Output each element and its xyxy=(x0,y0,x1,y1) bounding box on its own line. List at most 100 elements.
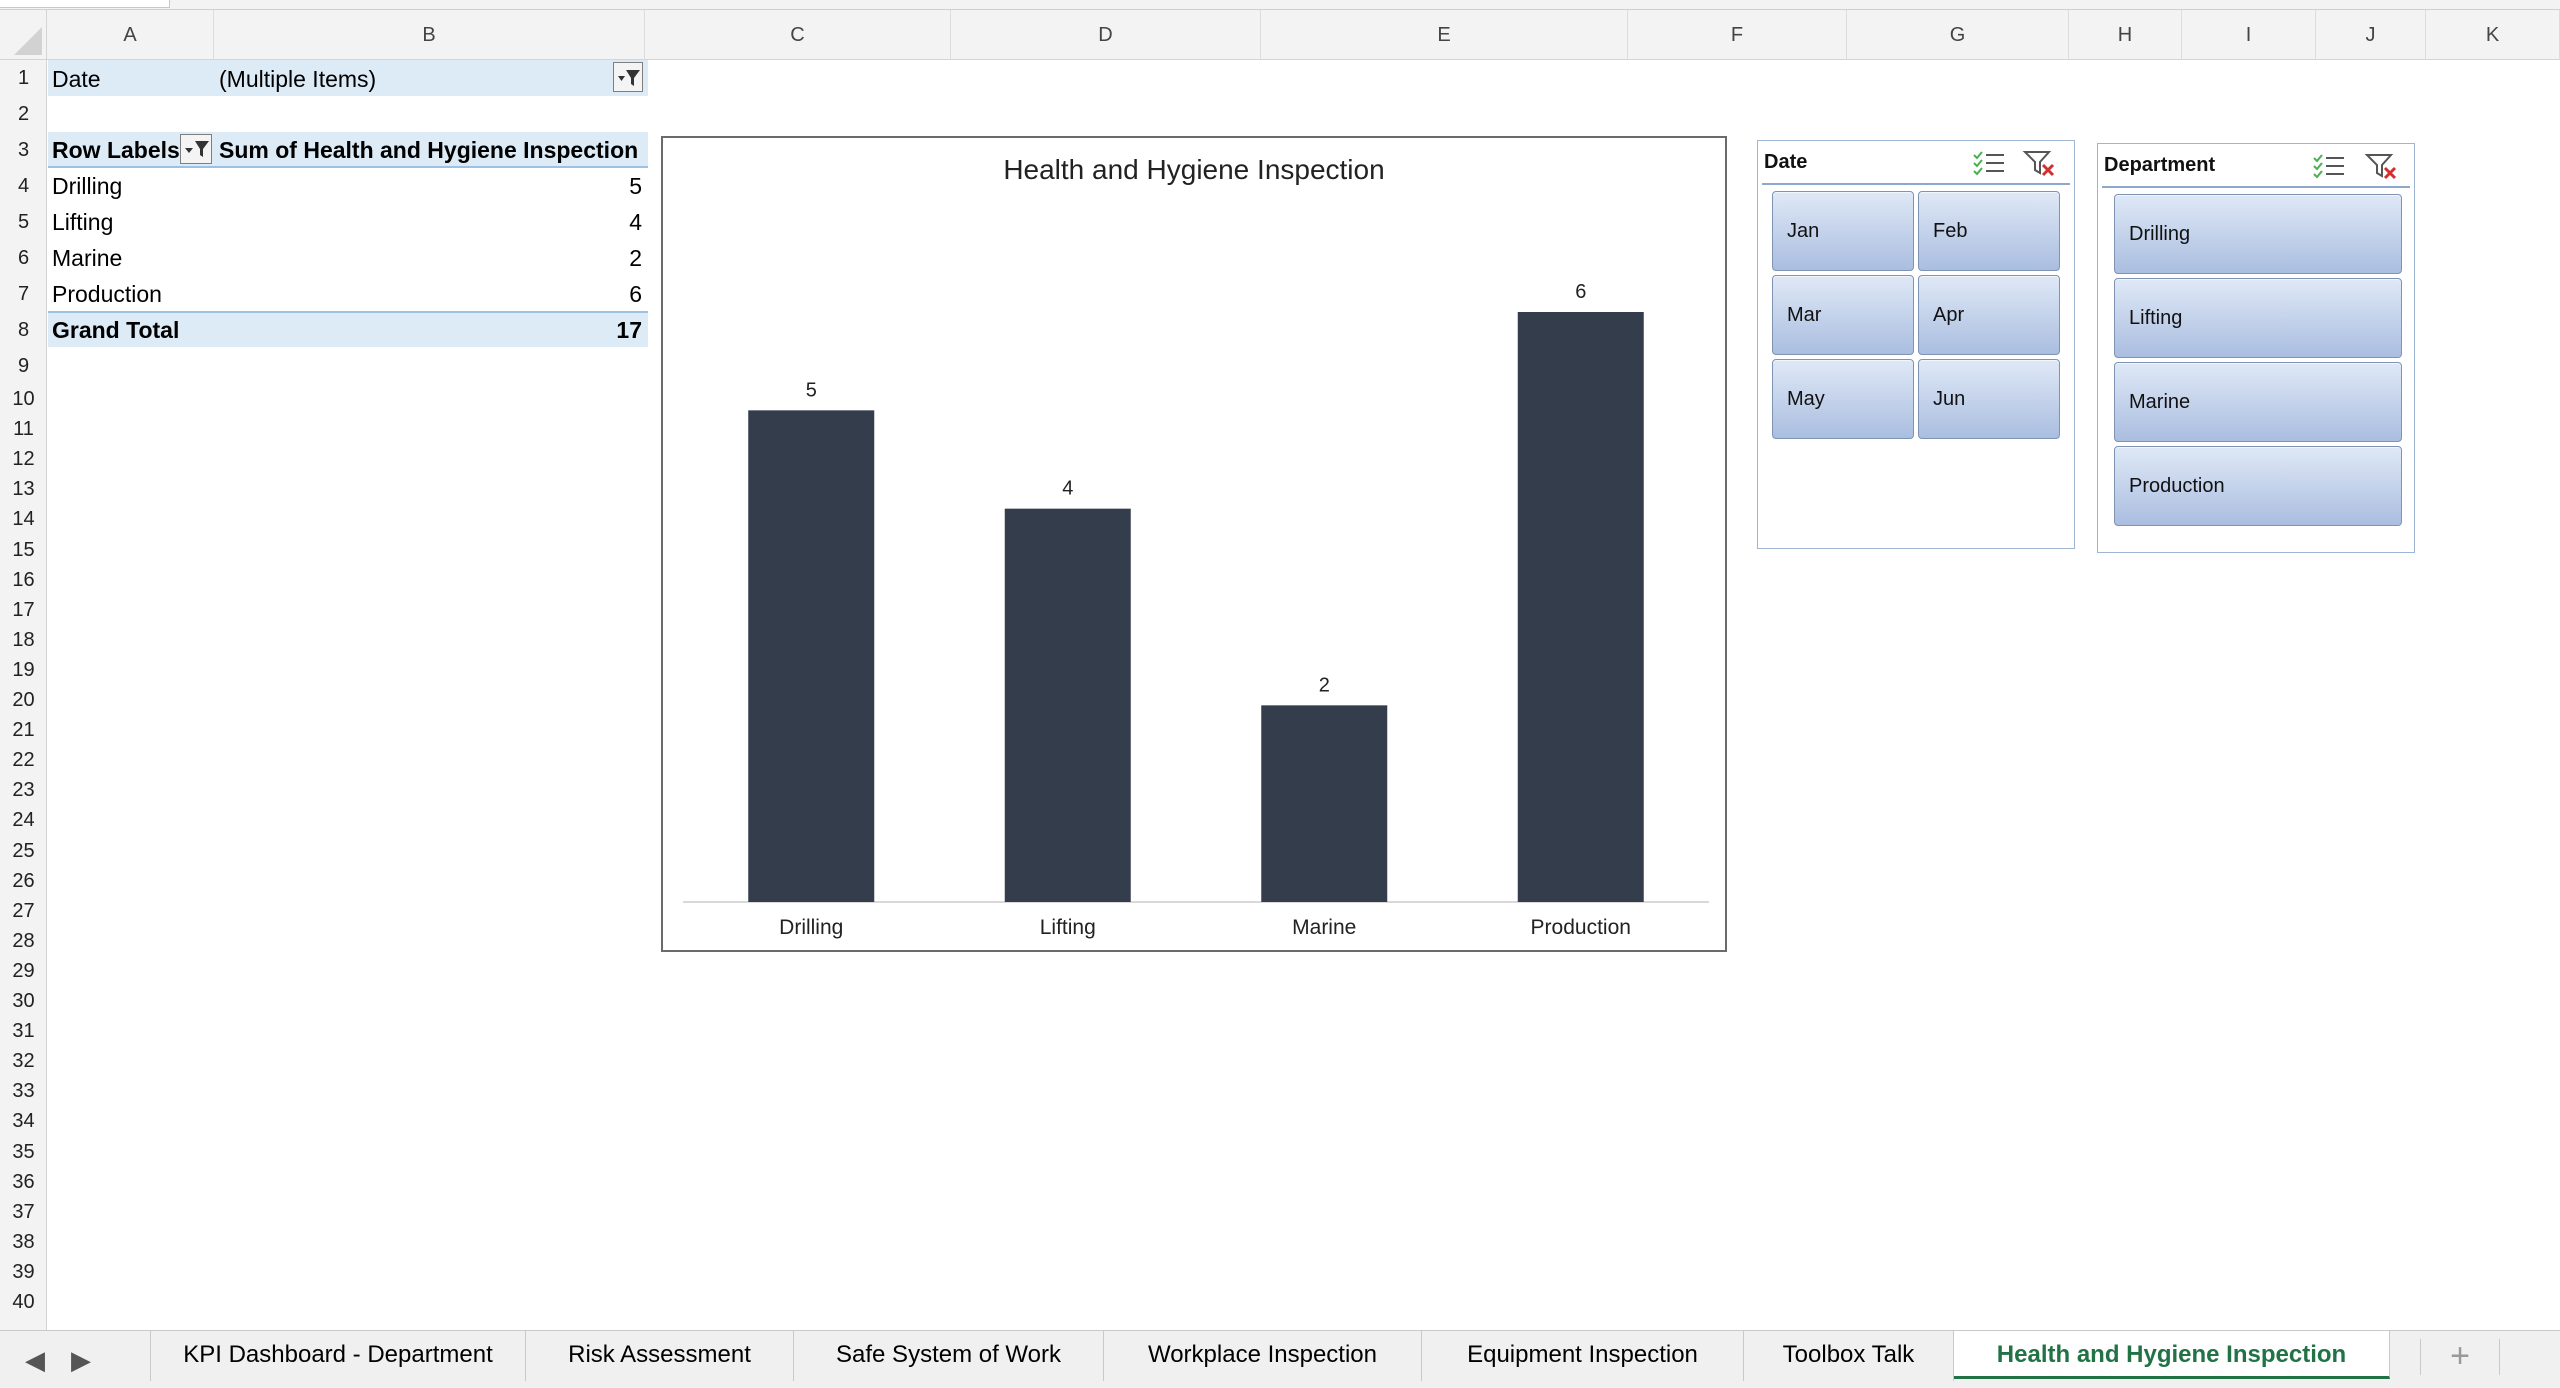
row-header[interactable]: 14 xyxy=(0,504,47,534)
row-header[interactable]: 12 xyxy=(0,444,47,474)
scroll-tabs-right-icon[interactable]: ▶ xyxy=(66,1345,96,1375)
sheet-tab-bar: ◀ ▶ KPI Dashboard - Department Risk Asse… xyxy=(0,1330,2560,1388)
clear-filter-icon[interactable] xyxy=(2364,152,2398,180)
row-header[interactable]: 32 xyxy=(0,1046,47,1076)
row-header[interactable]: 24 xyxy=(0,805,47,835)
pivot-filter-value: (Multiple Items) xyxy=(219,66,377,92)
bar-marine[interactable] xyxy=(1261,705,1388,902)
column-header-c[interactable]: C xyxy=(645,10,951,60)
row-header[interactable]: 18 xyxy=(0,625,47,655)
row-header[interactable]: 10 xyxy=(0,384,47,414)
row-header[interactable]: 4 xyxy=(0,168,47,204)
data-label: 6 xyxy=(1575,281,1586,303)
row-header[interactable]: 37 xyxy=(0,1197,47,1227)
date-slicer[interactable]: Date Jan Feb Mar Apr May Jun xyxy=(1757,140,2075,549)
sheet-tab-equipment-inspection[interactable]: Equipment Inspection xyxy=(1422,1331,1744,1381)
column-header-a[interactable]: A xyxy=(47,10,214,60)
sheet-tab-toolbox-talk[interactable]: Toolbox Talk xyxy=(1744,1331,1954,1381)
x-tick-label: Drilling xyxy=(779,916,843,939)
date-slicer-item-may[interactable]: May xyxy=(1772,359,1914,439)
row-header[interactable]: 19 xyxy=(0,655,47,685)
row-labels-filter-button[interactable] xyxy=(180,134,212,164)
column-header-b[interactable]: B xyxy=(214,10,645,60)
column-header-d[interactable]: D xyxy=(951,10,1261,60)
row-header[interactable]: 13 xyxy=(0,474,47,504)
date-slicer-item-jan[interactable]: Jan xyxy=(1772,191,1914,271)
sheet-tab-risk-assessment[interactable]: Risk Assessment xyxy=(526,1331,794,1381)
row-header[interactable]: 34 xyxy=(0,1106,47,1136)
row-headers: 1 2 3 4 5 6 7 8 9 10 11 12 13 14 15 16 17 18 19 20 21 22 23 24 2… xyxy=(0,60,47,1330)
row-header[interactable]: 15 xyxy=(0,535,47,565)
row-header[interactable]: 39 xyxy=(0,1257,47,1287)
row-header[interactable]: 7 xyxy=(0,276,47,312)
name-box-stub[interactable] xyxy=(0,0,170,8)
data-label: 2 xyxy=(1319,674,1330,696)
department-slicer-item-drilling[interactable]: Drilling xyxy=(2114,194,2402,274)
slicer-divider xyxy=(2102,186,2410,188)
x-tick-label: Production xyxy=(1531,916,1631,939)
column-headers: A B C D E F G H I J K xyxy=(47,10,2560,60)
row-header[interactable]: 33 xyxy=(0,1076,47,1106)
row-header[interactable]: 6 xyxy=(0,240,47,276)
date-slicer-item-jun[interactable]: Jun xyxy=(1918,359,2060,439)
pivot-row-label: Drilling xyxy=(52,173,123,199)
row-header[interactable]: 31 xyxy=(0,1016,47,1046)
column-header-f[interactable]: F xyxy=(1628,10,1847,60)
multi-select-icon[interactable] xyxy=(2312,152,2346,180)
department-slicer-item-marine[interactable]: Marine xyxy=(2114,362,2402,442)
department-slicer-item-production[interactable]: Production xyxy=(2114,446,2402,526)
bar-chart[interactable]: Health and Hygiene Inspection 5 Drilling 4… xyxy=(661,136,1727,952)
row-header[interactable]: 5 xyxy=(0,204,47,240)
pivot-row-value: 4 xyxy=(629,209,642,235)
row-header[interactable]: 9 xyxy=(0,348,47,384)
row-header[interactable]: 28 xyxy=(0,926,47,956)
date-slicer-item-apr[interactable]: Apr xyxy=(1918,275,2060,355)
bar-production[interactable] xyxy=(1517,312,1644,902)
row-header[interactable]: 21 xyxy=(0,715,47,745)
sheet-tab-kpi-dashboard[interactable]: KPI Dashboard - Department xyxy=(150,1331,526,1381)
data-label: 5 xyxy=(806,379,817,401)
row-header[interactable]: 26 xyxy=(0,866,47,896)
row-header[interactable]: 16 xyxy=(0,565,47,595)
row-header[interactable]: 40 xyxy=(0,1287,47,1317)
row-header[interactable]: 11 xyxy=(0,414,47,444)
row-header[interactable]: 29 xyxy=(0,956,47,986)
sheet-tab-safe-system-of-work[interactable]: Safe System of Work xyxy=(794,1331,1104,1381)
bar-lifting[interactable] xyxy=(1004,508,1131,902)
row-header[interactable]: 23 xyxy=(0,775,47,805)
row-header[interactable]: 17 xyxy=(0,595,47,625)
row-header[interactable]: 35 xyxy=(0,1137,47,1167)
scroll-tabs-left-icon[interactable]: ◀ xyxy=(20,1345,50,1375)
date-slicer-item-mar[interactable]: Mar xyxy=(1772,275,1914,355)
sheet-tab-workplace-inspection[interactable]: Workplace Inspection xyxy=(1104,1331,1422,1381)
row-header[interactable]: 38 xyxy=(0,1227,47,1257)
row-header[interactable]: 30 xyxy=(0,986,47,1016)
row-header[interactable]: 36 xyxy=(0,1167,47,1197)
add-sheet-button[interactable]: + xyxy=(2420,1339,2500,1375)
row-header[interactable]: 1 xyxy=(0,60,47,96)
sheet-tab-health-and-hygiene-inspection[interactable]: Health and Hygiene Inspection xyxy=(1954,1331,2390,1379)
department-slicer-item-lifting[interactable]: Lifting xyxy=(2114,278,2402,358)
data-label: 4 xyxy=(1062,478,1073,500)
row-header[interactable]: 2 xyxy=(0,96,47,132)
pivot-row-label: Production xyxy=(52,281,162,307)
clear-filter-icon[interactable] xyxy=(2022,149,2056,177)
column-header-h[interactable]: H xyxy=(2069,10,2182,60)
column-header-g[interactable]: G xyxy=(1847,10,2069,60)
column-header-j[interactable]: J xyxy=(2316,10,2426,60)
row-header[interactable]: 22 xyxy=(0,745,47,775)
row-header[interactable]: 3 xyxy=(0,132,47,168)
column-header-k[interactable]: K xyxy=(2426,10,2560,60)
column-header-i[interactable]: I xyxy=(2182,10,2316,60)
row-header[interactable]: 8 xyxy=(0,312,47,348)
bar-drilling[interactable] xyxy=(748,410,875,902)
multi-select-icon[interactable] xyxy=(1972,149,2006,177)
row-header[interactable]: 27 xyxy=(0,896,47,926)
pivot-filter-button[interactable] xyxy=(613,62,643,92)
column-header-e[interactable]: E xyxy=(1261,10,1628,60)
date-slicer-item-feb[interactable]: Feb xyxy=(1918,191,2060,271)
row-header[interactable]: 25 xyxy=(0,836,47,866)
select-all-corner[interactable] xyxy=(0,10,47,60)
row-header[interactable]: 20 xyxy=(0,685,47,715)
department-slicer[interactable]: Department Drilling Lifting Marine Produ… xyxy=(2097,143,2415,553)
